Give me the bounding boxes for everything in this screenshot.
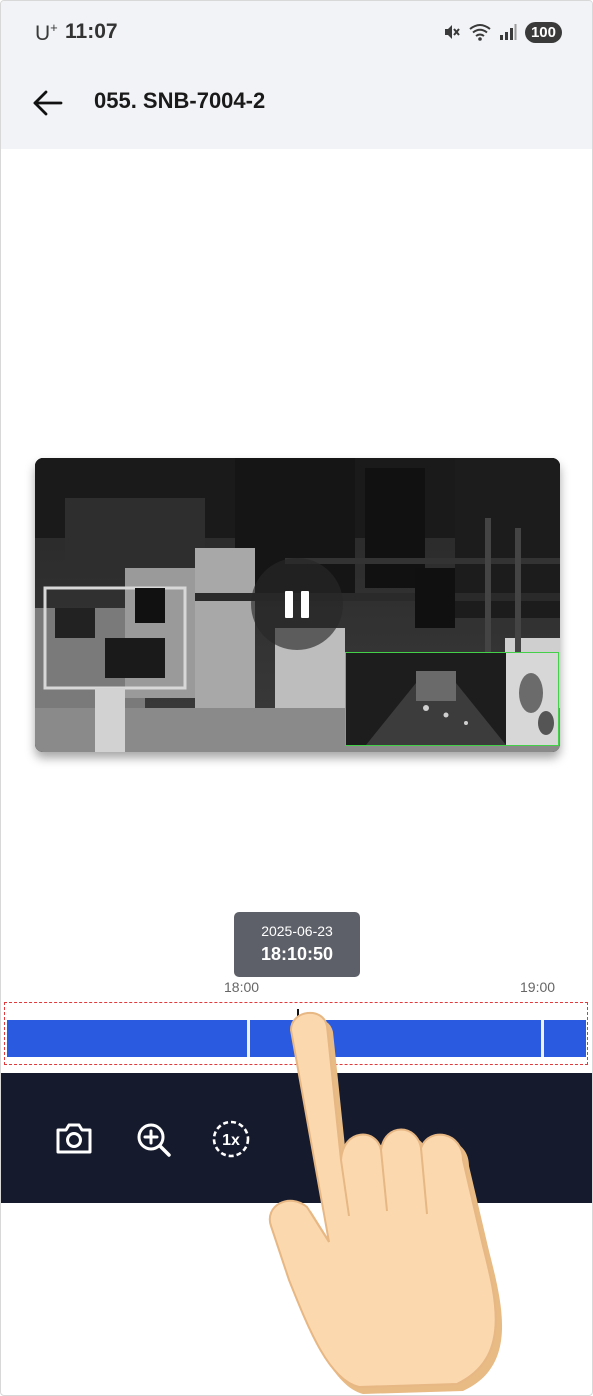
page-title: 055. SNB-7004-2	[94, 88, 266, 113]
back-arrow-icon[interactable]	[31, 86, 65, 120]
app-screen: U+ 11:07 100 055. SNB-7004-2 2025-06-23 …	[0, 0, 593, 1396]
carrier-label: U+	[35, 20, 58, 45]
battery-badge: 100	[524, 21, 562, 43]
signal-icon	[499, 24, 517, 40]
app-header: 055. SNB-7004-2	[1, 61, 592, 149]
timeline-tick-label: 18:00	[224, 979, 260, 995]
segment-divider	[247, 1020, 250, 1057]
status-time: 11:07	[65, 20, 118, 43]
zoom-in-icon[interactable]	[131, 1117, 175, 1161]
detection-snapshot-image	[346, 653, 558, 745]
playback-speed-icon[interactable]: 1x	[209, 1117, 253, 1161]
status-icons: 100	[443, 21, 562, 43]
timeline-time-tooltip: 2025-06-23 18:10:50	[234, 912, 360, 977]
status-bar: U+ 11:07 100	[1, 1, 592, 61]
wifi-icon	[469, 24, 491, 41]
mute-icon	[444, 25, 460, 39]
pause-icon-bar	[301, 591, 309, 618]
video-player[interactable]	[35, 458, 560, 752]
tap-gesture-hand-icon	[268, 1011, 503, 1394]
speed-label: 1x	[222, 1132, 240, 1149]
motion-detection-box	[345, 652, 559, 746]
timeline-tick-label: 19:00	[520, 979, 556, 995]
camera-icon[interactable]	[52, 1117, 96, 1161]
pause-icon	[285, 591, 293, 618]
tooltip-date: 2025-06-23	[261, 923, 333, 939]
pause-button[interactable]	[251, 558, 343, 650]
tooltip-time: 18:10:50	[260, 944, 334, 964]
